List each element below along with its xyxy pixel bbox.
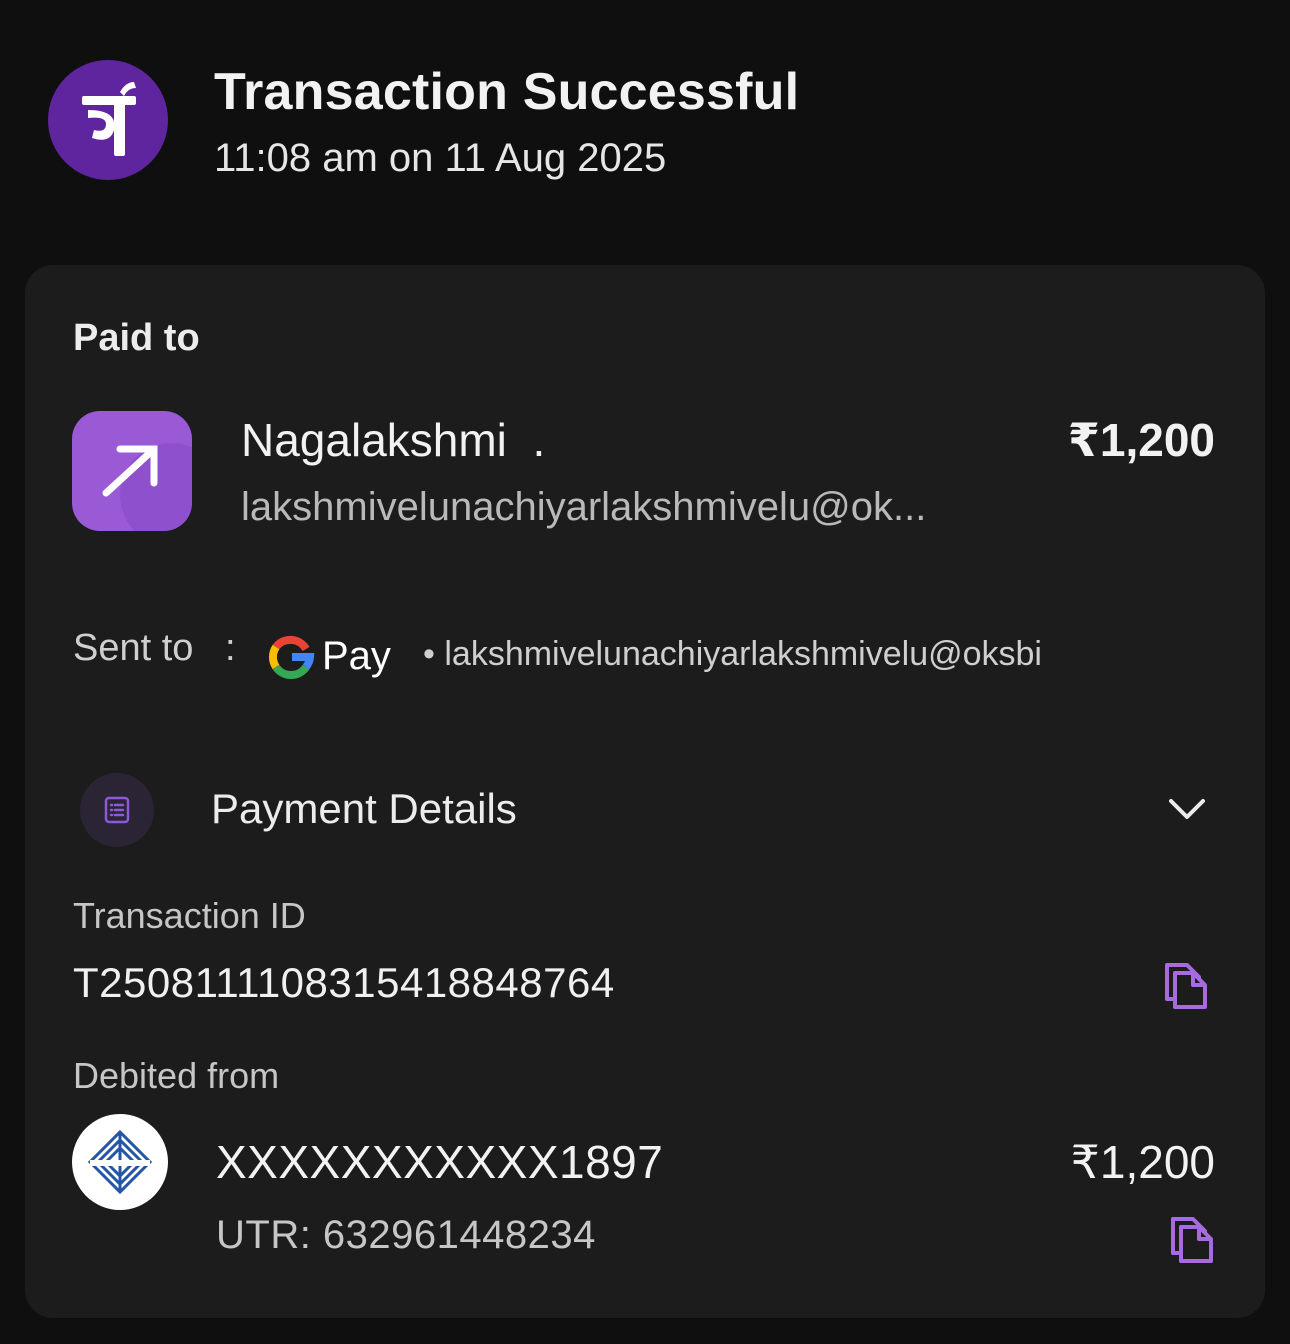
transaction-id-label: Transaction ID [73,895,306,936]
debit-amount: ₹1,200 [1070,1136,1215,1188]
recipient-upi-id: • lakshmivelunachiyarlakshmivelu@oksbi [423,635,1042,673]
chevron-down-icon[interactable] [1167,789,1207,829]
debited-from-label: Debited from [73,1055,280,1096]
payee-name: Nagalakshmi . [241,414,546,466]
copy-transaction-id-icon[interactable] [1161,959,1209,1009]
arrow-up-right-icon [72,411,192,531]
google-pay-logo: Pay [268,629,400,685]
payee-upi-id: lakshmivelunachiyarlakshmivelu@ok... [241,485,927,529]
receipt-list-icon[interactable] [80,773,154,847]
utr-number: UTR: 632961448234 [216,1213,596,1257]
sent-to-separator: : [225,627,236,669]
sent-to-label: Sent to [73,627,194,669]
paid-to-label: Paid to [73,317,200,359]
payment-details-toggle[interactable]: Payment Details [211,785,517,833]
bank-logo-icon [72,1114,168,1210]
transaction-card: Paid to Nagalakshmi . ₹1,200 lakshmivelu… [25,265,1265,1318]
payment-amount: ₹1,200 [1067,414,1215,466]
google-pay-text: Pay [322,634,391,678]
copy-utr-icon[interactable] [1167,1213,1215,1263]
transaction-timestamp: 11:08 am on 11 Aug 2025 [214,136,667,180]
transaction-id-value: T2508111108315418848764 [73,959,615,1006]
transaction-detail-screen: Transaction Successful 11:08 am on 11 Au… [0,0,1290,1344]
debit-account-number: XXXXXXXXXXX1897 [216,1136,664,1188]
page-title: Transaction Successful [214,63,800,121]
phonepe-logo-icon [48,60,168,180]
